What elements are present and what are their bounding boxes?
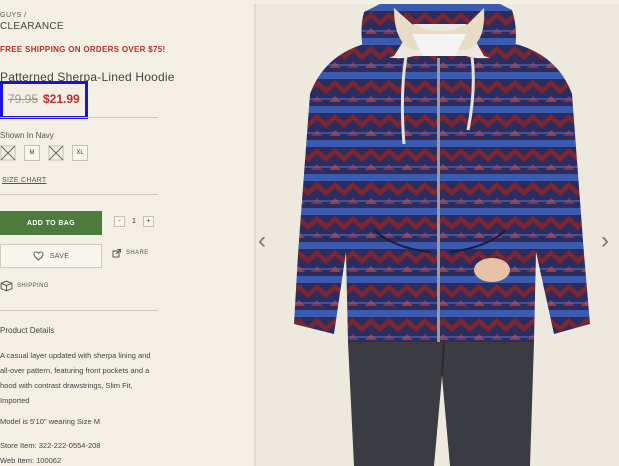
breadcrumb-parent[interactable]: GUYS /: [0, 12, 27, 19]
save-label: SAVE: [49, 252, 70, 260]
product-details-heading: Product Details: [0, 326, 55, 335]
size-option-s-unavailable[interactable]: [0, 145, 16, 161]
price-highlight-box: 79.95 $21.99: [0, 81, 88, 119]
quantity-decrease-button[interactable]: -: [114, 216, 125, 227]
gallery-prev-arrow[interactable]: ‹: [258, 229, 266, 253]
shown-in-color: Shown In Navy: [0, 131, 54, 140]
divider: [0, 310, 158, 311]
sale-price: $21.99: [43, 92, 80, 106]
breadcrumb-current[interactable]: CLEARANCE: [0, 21, 64, 32]
quantity-value[interactable]: 1: [125, 218, 143, 225]
quantity-stepper: - 1 +: [114, 216, 154, 227]
product-photo-hoodie: [254, 4, 619, 466]
heart-icon: [33, 251, 44, 261]
product-info-panel: GUYS / CLEARANCE FREE SHIPPING ON ORDERS…: [0, 0, 250, 466]
share-label: SHARE: [126, 250, 149, 256]
promo-banner: FREE SHIPPING ON ORDERS OVER $75!: [0, 45, 166, 54]
quantity-increase-button[interactable]: +: [143, 216, 154, 227]
unavailable-x-icon: [0, 145, 16, 161]
product-image-gallery: ‹ ›: [254, 4, 619, 466]
size-option-xl[interactable]: XL: [72, 145, 88, 161]
size-chart-link[interactable]: SIZE CHART: [2, 177, 47, 184]
unavailable-x-icon: [48, 145, 64, 161]
model-info: Model is 5'10" wearing Size M: [0, 417, 100, 426]
shipping-link[interactable]: SHIPPING: [0, 280, 49, 292]
divider: [0, 117, 158, 118]
box-icon: [0, 280, 13, 292]
product-description: A casual layer updated with sherpa linin…: [0, 351, 151, 405]
web-item-number: Web Item: 100062: [0, 456, 62, 465]
gallery-next-arrow[interactable]: ›: [601, 229, 609, 253]
add-to-bag-button[interactable]: ADD TO BAG: [0, 211, 102, 235]
shipping-label: SHIPPING: [17, 283, 49, 289]
save-button[interactable]: SAVE: [0, 244, 102, 268]
share-button[interactable]: SHARE: [112, 248, 149, 258]
size-option-m[interactable]: M: [24, 145, 40, 161]
size-option-l-unavailable[interactable]: [48, 145, 64, 161]
divider: [0, 194, 158, 195]
store-item-number: Store Item: 322-222-0554-208: [0, 441, 101, 450]
share-icon: [112, 249, 121, 258]
original-price: 79.95: [8, 92, 39, 106]
size-selector: M XL: [0, 145, 96, 161]
